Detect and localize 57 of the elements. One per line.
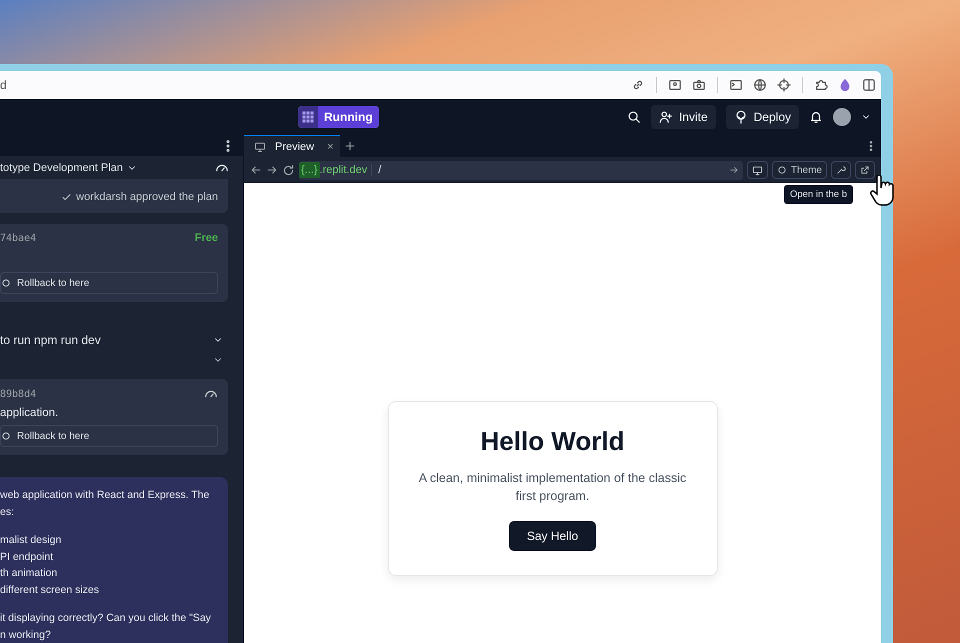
circle-icon [1, 278, 11, 288]
avatar[interactable] [833, 108, 851, 126]
preview-tab[interactable]: Preview × [244, 135, 340, 157]
check-icon [61, 192, 72, 203]
balloon-icon [734, 110, 748, 124]
approval-text: workdarsh approved the plan [76, 191, 218, 204]
checkpoint-id: 89b8d4 [0, 388, 36, 400]
message-text: application. [0, 407, 60, 419]
deploy-button[interactable]: Deploy [726, 105, 799, 129]
message-text: it displaying correctly? Can you click the "Say [0, 611, 212, 626]
device-button[interactable] [746, 161, 768, 179]
theme-button[interactable]: Theme [772, 161, 827, 179]
puzzle-icon[interactable] [814, 78, 828, 92]
url-field[interactable]: {...} .replit.dev / [299, 160, 743, 180]
message-text: web application with React and Express. The [0, 488, 210, 503]
external-link-icon [860, 165, 870, 175]
message-text: n working? [0, 628, 52, 642]
plan-label: Free [194, 232, 218, 244]
page-heading: Hello World [480, 426, 624, 456]
message-text: es: [0, 504, 16, 520]
back-icon[interactable] [250, 164, 262, 176]
plus-icon[interactable] [344, 140, 356, 152]
circle-icon [1, 431, 11, 441]
window-title: d [0, 78, 7, 92]
camera-icon[interactable] [692, 78, 706, 92]
user-plus-icon [658, 110, 673, 124]
monitor-icon [752, 164, 763, 176]
say-hello-button[interactable]: Say Hello [508, 520, 596, 550]
sidebar-icon[interactable] [862, 78, 876, 92]
list-item: malist design [0, 533, 62, 548]
screen-icon[interactable] [668, 78, 682, 92]
tooltip: Open in the b [784, 185, 853, 204]
run-button[interactable]: Running [298, 106, 379, 128]
list-item: PI endpoint [0, 550, 54, 564]
forward-icon[interactable] [266, 164, 278, 176]
plan-title: totype Development Plan [0, 162, 123, 174]
terminal-icon[interactable] [729, 78, 743, 92]
list-item: th animation [0, 566, 58, 581]
monitor-icon [254, 140, 266, 152]
checkpoint-id: 74bae4 [0, 232, 36, 244]
palette-icon [776, 165, 787, 175]
arrow-icon [728, 165, 739, 175]
command-text: to run npm run dev [0, 333, 101, 348]
invite-button[interactable]: Invite [650, 105, 716, 129]
page-description: A clean, minimalist implementation of the classic first program. [418, 470, 688, 504]
crosshair-icon[interactable] [777, 78, 791, 92]
list-item: different screen sizes [0, 582, 100, 598]
bell-icon[interactable] [809, 110, 823, 124]
search-icon[interactable] [626, 110, 641, 124]
rollback-button[interactable]: Rollback to here [0, 272, 218, 294]
wrench-button[interactable] [831, 161, 851, 179]
link-icon[interactable] [631, 78, 645, 92]
grid-icon [302, 111, 314, 123]
reload-icon[interactable] [282, 164, 295, 176]
rollback-button[interactable]: Rollback to here [0, 425, 218, 447]
globe-icon[interactable] [753, 78, 767, 92]
external-link-button[interactable] [855, 161, 875, 179]
